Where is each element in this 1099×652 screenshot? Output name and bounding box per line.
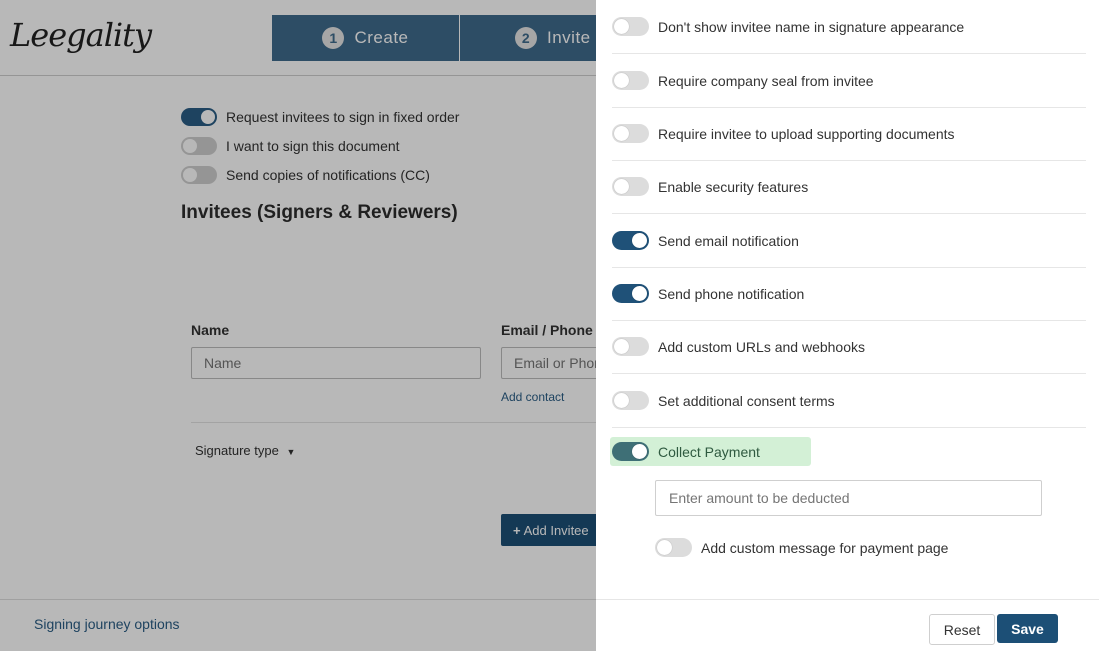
setting-collect-payment: Collect Payment (610, 437, 811, 466)
panel-footer-divider (596, 599, 1099, 600)
security-features-toggle[interactable] (612, 177, 649, 196)
email-notification-label: Send email notification (658, 232, 799, 249)
setting-supporting-documents: Require invitee to upload supporting doc… (612, 107, 1086, 161)
collect-payment-toggle[interactable] (612, 442, 649, 461)
custom-urls-toggle[interactable] (612, 337, 649, 356)
phone-notification-toggle[interactable] (612, 284, 649, 303)
setting-custom-urls: Add custom URLs and webhooks (612, 320, 1086, 374)
setting-hide-invitee-name: Don't show invitee name in signature app… (612, 0, 1086, 54)
reset-button[interactable]: Reset (929, 614, 995, 645)
email-notification-toggle[interactable] (612, 231, 649, 250)
setting-custom-payment-message: Add custom message for payment page (655, 538, 948, 557)
supporting-documents-label: Require invitee to upload supporting doc… (658, 125, 955, 142)
custom-payment-message-label: Add custom message for payment page (701, 539, 949, 556)
collect-payment-label: Collect Payment (658, 443, 760, 460)
setting-email-notification: Send email notification (612, 214, 1086, 268)
setting-security-features: Enable security features (612, 160, 1086, 214)
custom-payment-message-toggle[interactable] (655, 538, 692, 557)
custom-urls-label: Add custom URLs and webhooks (658, 338, 865, 355)
company-seal-label: Require company seal from invitee (658, 72, 874, 89)
security-features-label: Enable security features (658, 178, 809, 195)
save-button[interactable]: Save (997, 614, 1058, 643)
consent-terms-toggle[interactable] (612, 391, 649, 410)
supporting-documents-toggle[interactable] (612, 124, 649, 143)
setting-phone-notification: Send phone notification (612, 267, 1086, 321)
consent-terms-label: Set additional consent terms (658, 392, 835, 409)
hide-invitee-name-toggle[interactable] (612, 17, 649, 36)
setting-consent-terms: Set additional consent terms (612, 374, 1086, 428)
phone-notification-label: Send phone notification (658, 285, 805, 302)
hide-invitee-name-label: Don't show invitee name in signature app… (658, 18, 965, 35)
settings-panel: Don't show invitee name in signature app… (596, 0, 1099, 651)
setting-company-seal: Require company seal from invitee (612, 54, 1086, 108)
company-seal-toggle[interactable] (612, 71, 649, 90)
amount-input[interactable] (655, 480, 1042, 516)
